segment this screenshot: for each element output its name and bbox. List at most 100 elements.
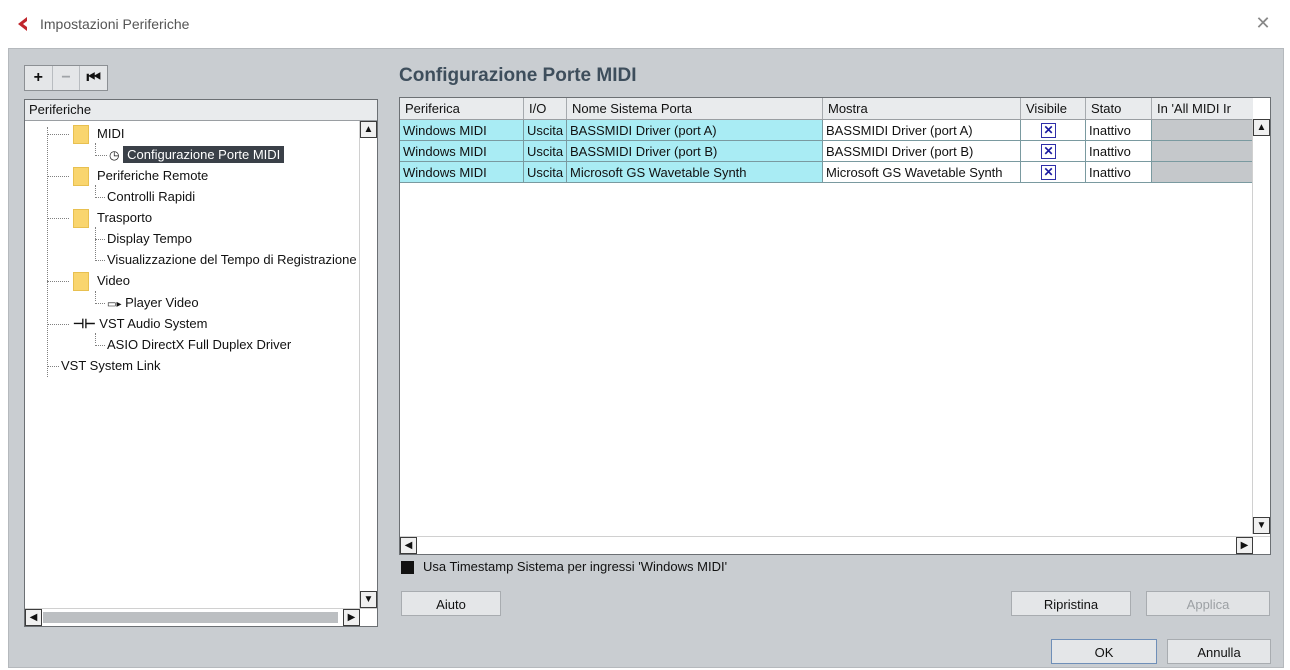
cell-io: Uscita	[524, 120, 567, 141]
reset-device-button[interactable]: ⏮	[80, 66, 107, 90]
tree-item-label: Trasporto	[97, 210, 153, 225]
cell-stato: Inattivo	[1086, 141, 1152, 162]
close-button[interactable]: ✕	[1250, 10, 1276, 36]
table-row[interactable]: Windows MIDI Uscita BASSMIDI Driver (por…	[400, 120, 1253, 141]
tree-item-label: Video	[97, 273, 131, 288]
ok-button[interactable]: OK	[1051, 639, 1157, 664]
folder-icon	[73, 209, 89, 229]
tree-item-player-video[interactable]: ▭▸ Player Video	[95, 292, 199, 313]
table-header: Periferica I/O Nome Sistema Porta Mostra…	[400, 98, 1253, 120]
timestamp-checkbox[interactable]	[401, 561, 414, 574]
folder-icon	[73, 167, 89, 187]
tree-item-label: Periferiche Remote	[97, 168, 209, 183]
video-player-icon: ▭▸	[107, 299, 122, 310]
midi-ports-table: Periferica I/O Nome Sistema Porta Mostra…	[399, 97, 1271, 555]
visible-checkbox[interactable]: ✕	[1041, 123, 1056, 138]
column-header-mostra[interactable]: Mostra	[823, 98, 1021, 119]
cell-periferica: Windows MIDI	[400, 120, 524, 141]
cell-stato: Inattivo	[1086, 120, 1152, 141]
cell-mostra[interactable]: Microsoft GS Wavetable Synth	[823, 162, 1021, 183]
cell-periferica: Windows MIDI	[400, 141, 524, 162]
visible-checkbox[interactable]: ✕	[1041, 165, 1056, 180]
tree-header: Periferiche	[25, 100, 377, 121]
column-header-stato[interactable]: Stato	[1086, 98, 1152, 119]
cell-visibile: ✕	[1021, 162, 1086, 183]
tree-item-label: ASIO DirectX Full Duplex Driver	[107, 337, 292, 352]
tree-vertical-scrollbar[interactable]: ▲ ▼	[359, 121, 377, 608]
tree-item-label: VST System Link	[61, 358, 161, 373]
title-bar: Impostazioni Periferiche ✕	[0, 0, 1290, 48]
scroll-up-arrow-icon[interactable]: ▲	[1253, 119, 1270, 136]
tree-item-label: MIDI	[97, 126, 125, 141]
help-button[interactable]: Aiuto	[401, 591, 501, 616]
scroll-down-arrow-icon[interactable]: ▼	[360, 591, 377, 608]
tree-item-label: Player Video	[125, 295, 199, 310]
cell-in-all-midi	[1152, 162, 1253, 183]
device-tree-panel: Periferiche MIDI ◷ Configurazione Porte …	[24, 99, 378, 627]
cancel-button[interactable]: Annulla	[1167, 639, 1271, 664]
cell-visibile: ✕	[1021, 120, 1086, 141]
add-button[interactable]: +	[25, 66, 53, 90]
tree-item-video[interactable]: Video	[47, 270, 131, 292]
dialog-client-area: + − ⏮ Periferiche MIDI ◷ Configurazione …	[8, 48, 1284, 668]
tree-item-display-tempo[interactable]: Display Tempo	[95, 228, 192, 249]
remove-button[interactable]: −	[53, 66, 81, 90]
tree-item-midi[interactable]: MIDI	[47, 123, 125, 145]
window-title: Impostazioni Periferiche	[40, 16, 190, 32]
cell-stato: Inattivo	[1086, 162, 1152, 183]
timestamp-checkbox-label: Usa Timestamp Sistema per ingressi 'Wind…	[423, 559, 728, 574]
apply-button[interactable]: Applica	[1146, 591, 1270, 616]
cell-io: Uscita	[524, 141, 567, 162]
column-header-nome-sistema-porta[interactable]: Nome Sistema Porta	[567, 98, 823, 119]
tree-item-label: Configurazione Porte MIDI	[123, 146, 285, 163]
tree-item-visualizzazione-tempo-registrazione[interactable]: Visualizzazione del Tempo di Registrazio…	[95, 249, 357, 270]
cell-nome: BASSMIDI Driver (port A)	[567, 120, 823, 141]
tree-item-asio-directx[interactable]: ASIO DirectX Full Duplex Driver	[95, 334, 291, 355]
cell-mostra[interactable]: BASSMIDI Driver (port B)	[823, 141, 1021, 162]
tree-item-label: Visualizzazione del Tempo di Registrazio…	[107, 252, 357, 267]
cell-visibile: ✕	[1021, 141, 1086, 162]
folder-icon	[73, 272, 89, 292]
column-header-periferica[interactable]: Periferica	[400, 98, 524, 119]
scroll-right-arrow-icon[interactable]: ▶	[1236, 537, 1253, 554]
table-horizontal-scrollbar[interactable]: ◀ ▶	[400, 536, 1270, 554]
tree-item-vst-system-link[interactable]: VST System Link	[47, 355, 160, 376]
device-toolbar: + − ⏮	[24, 65, 108, 91]
clock-icon: ◷	[109, 148, 120, 162]
cell-in-all-midi	[1152, 141, 1253, 162]
app-logo-icon	[18, 17, 27, 31]
cell-periferica: Windows MIDI	[400, 162, 524, 183]
folder-icon	[73, 125, 89, 145]
audio-system-icon: ⊣⊢	[73, 316, 96, 331]
scroll-left-arrow-icon[interactable]: ◀	[25, 609, 42, 626]
cell-mostra[interactable]: BASSMIDI Driver (port A)	[823, 120, 1021, 141]
tree-item-label: Controlli Rapidi	[107, 189, 196, 204]
scroll-right-arrow-icon[interactable]: ▶	[343, 609, 360, 626]
reset-button[interactable]: Ripristina	[1011, 591, 1131, 616]
tree-item-periferiche-remote[interactable]: Periferiche Remote	[47, 165, 209, 187]
column-header-visibile[interactable]: Visibile	[1021, 98, 1086, 119]
table-vertical-scrollbar[interactable]: ▲ ▼	[1252, 119, 1270, 534]
tree-item-trasporto[interactable]: Trasporto	[47, 207, 153, 229]
table-row[interactable]: Windows MIDI Uscita Microsoft GS Wavetab…	[400, 162, 1253, 183]
scroll-up-arrow-icon[interactable]: ▲	[360, 121, 377, 138]
tree-item-label: Display Tempo	[107, 231, 193, 246]
cell-io: Uscita	[524, 162, 567, 183]
column-header-io[interactable]: I/O	[524, 98, 567, 119]
tree-item-label: VST Audio System	[99, 316, 208, 331]
visible-checkbox[interactable]: ✕	[1041, 144, 1056, 159]
cell-in-all-midi	[1152, 120, 1253, 141]
tree-horizontal-scrollbar[interactable]: ◀ ▶	[25, 608, 377, 626]
tree-item-controlli-rapidi[interactable]: Controlli Rapidi	[95, 186, 195, 207]
scroll-down-arrow-icon[interactable]: ▼	[1253, 517, 1270, 534]
device-tree: MIDI ◷ Configurazione Porte MIDI Perifer…	[25, 121, 359, 601]
tree-item-vst-audio-system[interactable]: ⊣⊢ VST Audio System	[47, 313, 207, 334]
cell-nome: BASSMIDI Driver (port B)	[567, 141, 823, 162]
scroll-thumb[interactable]	[43, 612, 338, 623]
scroll-left-arrow-icon[interactable]: ◀	[400, 537, 417, 554]
section-title: Configurazione Porte MIDI	[399, 65, 637, 86]
tree-item-configurazione-porte-midi[interactable]: ◷ Configurazione Porte MIDI	[95, 144, 285, 165]
table-row[interactable]: Windows MIDI Uscita BASSMIDI Driver (por…	[400, 141, 1253, 162]
cell-nome: Microsoft GS Wavetable Synth	[567, 162, 823, 183]
column-header-in-all-midi[interactable]: In 'All MIDI Ir	[1152, 98, 1253, 119]
